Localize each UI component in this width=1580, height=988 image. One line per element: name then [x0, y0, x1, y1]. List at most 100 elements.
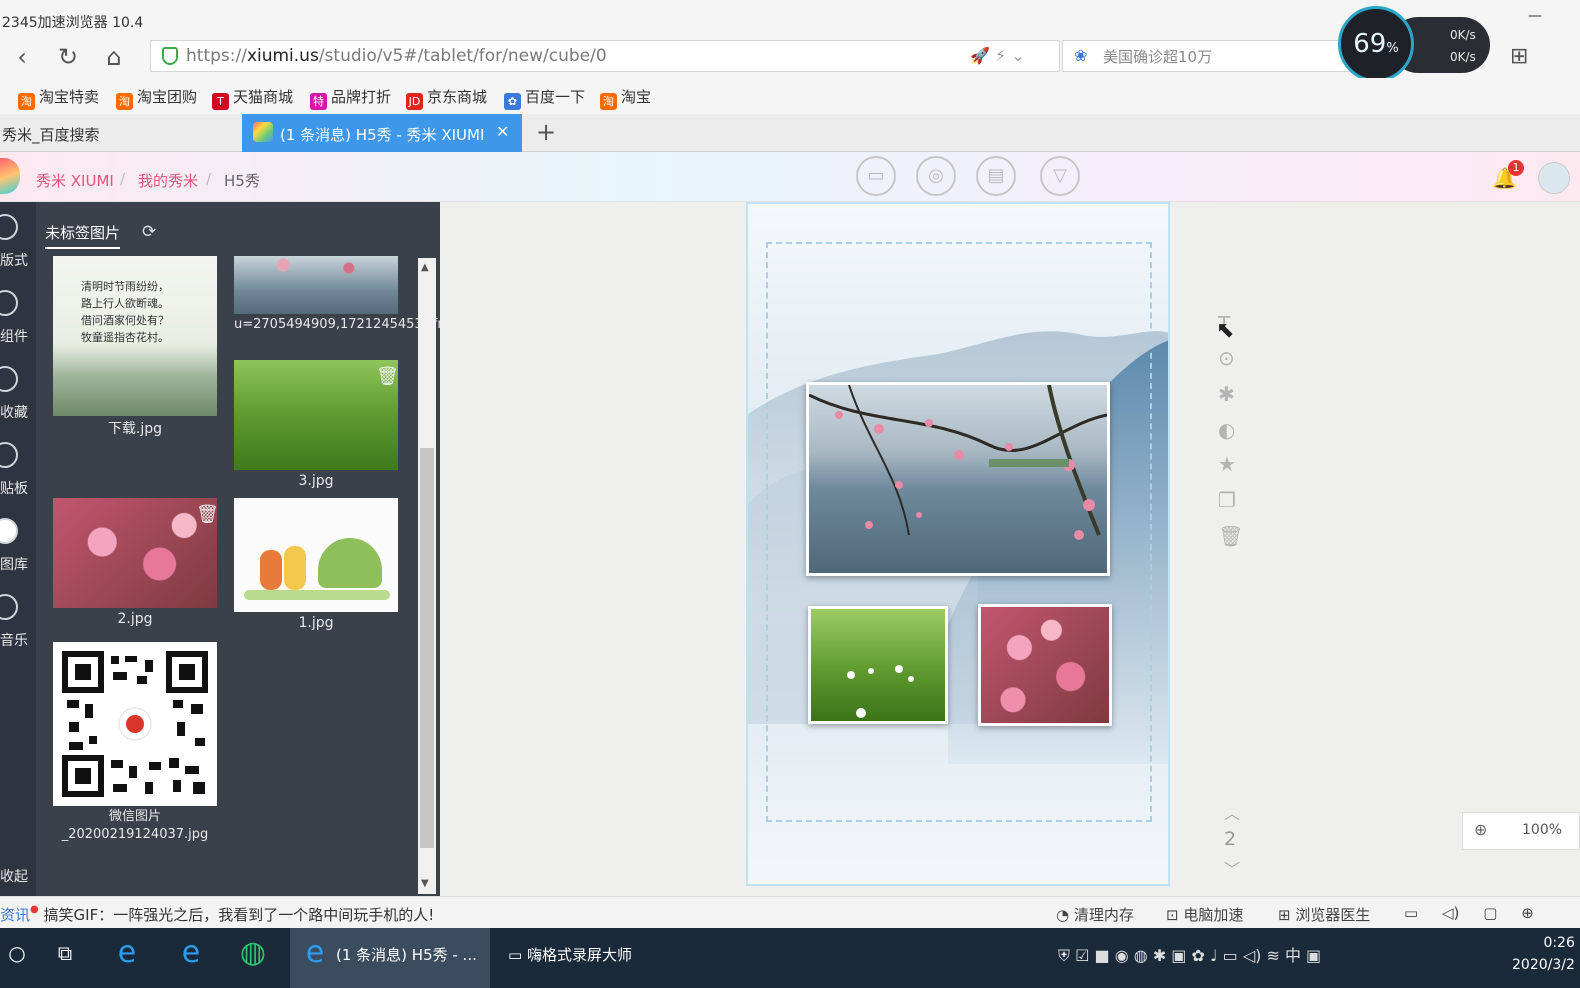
bookmark-label: 京东商城	[427, 88, 488, 106]
image-caption: 3.jpg	[298, 473, 334, 489]
browser-doctor-button[interactable]: ⊞ 浏览器医生	[1278, 904, 1370, 925]
system-tray-icons[interactable]: ⛨ ☑ ■ ◉ ◍ ✱ ▣ ✿ ♩ ▭ ◁) ≋ 中 ▣	[1058, 942, 1321, 966]
mouse-cursor-icon: ⬉	[1216, 318, 1235, 343]
favorite-star-icon[interactable]: ★	[1218, 452, 1236, 476]
news-text: 搞笑GIF：一阵强光之后，我看到了一个路中间玩手机的人!	[43, 906, 435, 924]
bookmark-6[interactable]: 淘淘宝	[600, 86, 651, 110]
home-button[interactable]: ⌂	[100, 44, 128, 72]
edge-icon[interactable]: e	[174, 936, 208, 970]
image-caption: 微信图片_20200219124037.jpg	[61, 809, 209, 842]
play-animation-icon[interactable]: ⊙	[1218, 346, 1235, 370]
bookmark-2[interactable]: T 天猫商城	[212, 86, 293, 110]
rail-collapse[interactable]: 收起	[0, 866, 36, 886]
open-folder-icon[interactable]: ▭	[856, 156, 896, 196]
delete-icon[interactable]: 🗑	[196, 504, 219, 525]
scroll-up-icon[interactable]: ▲	[421, 262, 429, 273]
breadcrumb-separator: /	[206, 170, 212, 188]
taskbar-recorder[interactable]: ▭ 嗨格式录屏大师	[508, 944, 632, 965]
zoom-icon[interactable]: ⊕	[1474, 820, 1487, 839]
gallery-thumb-3[interactable]	[234, 360, 398, 470]
bookmark-5[interactable]: ✿ 百度一下	[504, 86, 585, 110]
delete-icon[interactable]: 🗑	[1218, 524, 1243, 548]
more-dropdown-icon[interactable]: ▽	[1040, 156, 1080, 196]
rail-music[interactable]: 音乐	[0, 630, 36, 650]
bookmark-0[interactable]: 淘淘宝特卖	[18, 86, 99, 110]
plum-branches	[809, 385, 1107, 540]
speed-percent: 69	[1353, 29, 1387, 59]
window-title: 2345加速浏览器 10.4	[2, 15, 144, 31]
scroll-down-icon[interactable]: ▼	[421, 878, 429, 889]
pc-speedup-button[interactable]: ⊡ 电脑加速	[1166, 904, 1243, 925]
ie-icon[interactable]: e	[110, 936, 144, 970]
qr-code	[62, 651, 208, 797]
avatar[interactable]	[1538, 162, 1570, 194]
url-action-icons[interactable]: 🚀 ⚡ ⌄	[970, 46, 1025, 65]
bookmark-icon: ✿	[504, 93, 521, 110]
page-down-icon[interactable]: ﹀	[1224, 856, 1240, 880]
status-icons[interactable]: ▭ ◁) ▢ ⊕	[1404, 904, 1534, 922]
delete-icon[interactable]: 🗑	[376, 366, 399, 387]
grass-photo[interactable]	[808, 606, 948, 724]
bookmark-label: 品牌打折	[331, 88, 392, 106]
main-photo-lake[interactable]	[806, 382, 1110, 576]
preview-icon[interactable]: ◎	[916, 156, 956, 196]
taskbar-browser-label[interactable]: (1 条消息) H5秀 - ...	[336, 944, 477, 965]
image-caption: 下载.jpg	[107, 421, 163, 437]
breadcrumb-my-xiumi[interactable]: 我的秀米	[138, 170, 198, 191]
bookmark-label: 百度一下	[525, 88, 586, 106]
rail-favorites[interactable]: 收藏	[0, 402, 36, 422]
back-button[interactable]: ‹	[8, 44, 36, 72]
bookmark-1[interactable]: 淘淘宝团购	[116, 86, 197, 110]
copy-icon[interactable]: ❐	[1218, 488, 1236, 512]
bookmark-icon: 淘	[18, 93, 35, 110]
gallery-thumb-download[interactable]: 清明时节雨纷纷， 路上行人欲断魂。 借问酒家何处有？ 牧童遥指杏花村。	[53, 256, 217, 416]
refresh-icon[interactable]: ⟳	[142, 222, 156, 242]
save-icon[interactable]: ▤	[976, 156, 1016, 196]
close-tab-icon[interactable]: ✕	[496, 122, 509, 141]
speed-gauge[interactable]: 69%	[1338, 6, 1414, 82]
rail-layout[interactable]: 版式	[0, 250, 36, 270]
page-up-icon[interactable]: ︿	[1224, 800, 1240, 824]
secure-shield-icon	[162, 47, 178, 65]
rail-clipboard[interactable]: 贴板	[0, 478, 36, 498]
untagged-images-tab[interactable]: 未标签图片	[45, 222, 121, 249]
breadcrumb-h5: H5秀	[224, 172, 260, 190]
url-text[interactable]: https://xiumi.us/studio/v5#/tablet/for/n…	[186, 46, 607, 66]
bookmark-4[interactable]: JD 京东商城	[406, 86, 487, 110]
breadcrumb-separator: /	[120, 170, 126, 188]
gallery-scroll-thumb[interactable]	[420, 448, 434, 848]
breadcrumb-home[interactable]: 秀米 XIUMI	[36, 170, 114, 191]
gallery-thumb-2[interactable]	[53, 498, 217, 608]
clock-date: 2020/3/2	[1512, 957, 1575, 973]
wechat-icon[interactable]: ◍	[236, 936, 270, 970]
bookmark-icon: 淘	[600, 93, 617, 110]
tab-xiumi-active[interactable]: (1 条消息) H5秀 - 秀米 XIUMI	[242, 114, 522, 152]
bookmark-3[interactable]: 特品牌打折	[310, 86, 391, 110]
download-speed: 0K/s	[1450, 50, 1476, 64]
gallery-thumb-u2705[interactable]	[234, 256, 398, 314]
clock[interactable]: 0:26 2020/3/2	[1512, 932, 1575, 976]
search-circle-icon[interactable]: ○	[0, 936, 34, 970]
baidu-paw-icon: ❀	[1074, 46, 1088, 65]
task-view-icon[interactable]: ⧉	[48, 936, 82, 970]
gallery-thumb-1[interactable]	[234, 498, 398, 612]
effect-icon[interactable]: ✱	[1218, 382, 1235, 406]
news-ticker[interactable]: 资讯● 搞笑GIF：一阵强光之后，我看到了一个路中间玩手机的人!	[0, 904, 434, 925]
bookmark-label: 淘宝特卖	[39, 88, 100, 106]
refresh-button[interactable]: ↻	[54, 44, 82, 72]
clock-time: 0:26	[1543, 935, 1575, 951]
apps-grid-icon[interactable]: ⊞	[1510, 44, 1528, 69]
new-tab-button[interactable]: +	[536, 118, 556, 146]
minimize-button[interactable]: —	[1528, 8, 1542, 24]
search-text[interactable]: 美国确诊超10万	[1103, 46, 1212, 67]
image-caption: 2.jpg	[117, 611, 153, 627]
zoom-level[interactable]: 100%	[1522, 822, 1562, 838]
rail-components[interactable]: 组件	[0, 326, 36, 346]
xiumi-tab-icon	[253, 122, 273, 142]
rail-gallery[interactable]: 图库	[0, 554, 36, 574]
blossom-photo[interactable]	[978, 604, 1112, 726]
visibility-icon[interactable]: ◐	[1218, 418, 1235, 442]
clean-memory-button[interactable]: ◔ 清理内存	[1056, 904, 1134, 925]
tab-baidu-search[interactable]: 秀米_百度搜索	[0, 114, 240, 152]
gallery-thumb-qrcode[interactable]	[53, 642, 217, 806]
